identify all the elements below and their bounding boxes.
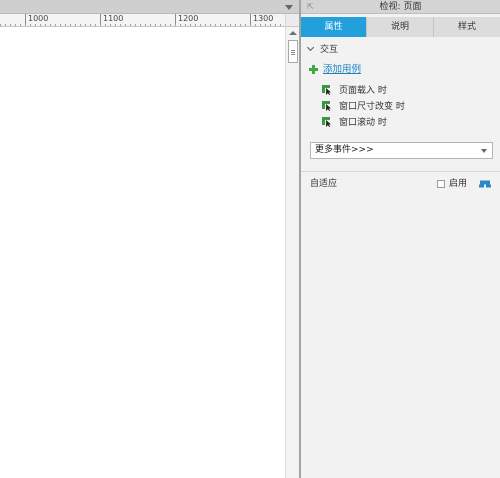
adaptive-enable-label[interactable]: 启用 <box>449 177 467 191</box>
inspector-header: ⇱ 检视: 页面 <box>301 0 500 14</box>
grip-line <box>291 52 295 53</box>
document-tab-bar <box>0 0 300 14</box>
grip-line <box>291 50 295 51</box>
event-label: 窗口尺寸改变 时 <box>339 102 405 112</box>
cursor-event-icon <box>322 117 331 127</box>
scroll-up-arrow-icon[interactable] <box>289 30 297 38</box>
event-item-window-resize[interactable]: 窗口尺寸改变 时 <box>322 100 442 114</box>
tab-properties[interactable]: 属性 <box>301 17 367 37</box>
chevron-down-icon <box>307 45 315 53</box>
interaction-section-toggle[interactable]: 交互 <box>307 43 407 57</box>
chevron-down-icon <box>481 149 488 153</box>
event-label: 窗口滚动 时 <box>339 118 387 128</box>
more-events-label: 更多事件>>> <box>315 145 374 155</box>
inspector-tabs: 属性 说明 样式 <box>301 17 500 37</box>
cursor-event-icon <box>322 101 331 111</box>
plus-icon <box>309 65 318 74</box>
tab-style[interactable]: 样式 <box>434 17 500 37</box>
inspector-panel: ⇱ 检视: 页面 属性 说明 样式 交互 添加用例 页面载入 时 窗口尺寸改变 … <box>301 0 500 478</box>
event-label: 页面载入 时 <box>339 86 387 96</box>
add-case-link[interactable]: 添加用例 <box>309 63 409 77</box>
adaptive-label: 自适应 <box>310 179 338 189</box>
scrollbar-thumb[interactable] <box>288 40 298 63</box>
tab-notes[interactable]: 说明 <box>367 17 434 37</box>
ruler-label: 1000 <box>28 14 49 23</box>
more-events-dropdown[interactable]: 更多事件>>> <box>310 142 493 159</box>
inspector-title: 检视: 页面 <box>379 2 422 12</box>
cursor-event-icon <box>322 85 331 95</box>
vertical-scrollbar[interactable] <box>285 27 300 478</box>
section-divider <box>301 171 500 172</box>
add-case-label: 添加用例 <box>323 64 362 75</box>
interaction-section-label: 交互 <box>320 45 339 55</box>
adaptive-enable-checkbox[interactable] <box>437 180 445 188</box>
event-item-page-load[interactable]: 页面载入 时 <box>322 84 442 98</box>
horizontal-ruler: 1000 1100 1200 1300 <box>0 14 285 27</box>
ruler-label: 1300 <box>253 14 274 23</box>
ruler-corner <box>285 14 300 27</box>
tab-list-dropdown-icon[interactable] <box>284 2 294 12</box>
grip-line <box>291 54 295 55</box>
ruler-label: 1100 <box>103 14 124 23</box>
adaptive-views-settings-icon[interactable] <box>479 180 491 188</box>
ruler-label: 1200 <box>178 14 199 23</box>
design-canvas[interactable]: 1000 1100 1200 1300 <box>0 0 300 478</box>
event-item-window-scroll[interactable]: 窗口滚动 时 <box>322 116 442 130</box>
